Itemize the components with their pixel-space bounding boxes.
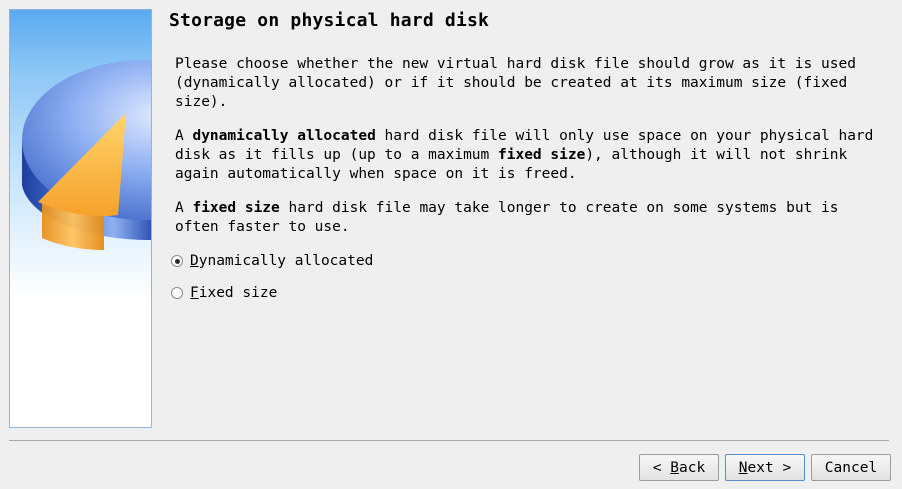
button-label: Cancel: [824, 459, 878, 476]
next-button[interactable]: Next >: [725, 454, 805, 481]
dynamic-description-paragraph: A dynamically allocated hard disk file w…: [175, 127, 875, 184]
mnemonic-letter: N: [738, 459, 748, 476]
mnemonic-letter: D: [190, 253, 199, 269]
button-prefix: <: [652, 459, 671, 476]
radio-dynamically-allocated[interactable]: Dynamically allocated: [171, 251, 373, 271]
text-segment: A: [175, 200, 193, 216]
emphasis-fixed-size: fixed size: [498, 147, 586, 163]
back-button[interactable]: < Back: [639, 454, 719, 481]
label-rest: ixed size: [198, 285, 278, 301]
mnemonic-letter: F: [190, 285, 199, 301]
radio-button-unchecked[interactable]: [171, 287, 183, 299]
intro-paragraph: Please choose whether the new virtual ha…: [175, 56, 856, 110]
button-label-rest: ack: [679, 459, 706, 476]
text-segment: A: [175, 128, 193, 144]
fixed-description-paragraph: A fixed size hard disk file may take lon…: [175, 199, 875, 237]
radio-label-dynamically-allocated: Dynamically allocated: [190, 253, 373, 269]
hard-disk-pie-icon: [22, 60, 151, 250]
emphasis-fixed-size: fixed size: [192, 200, 280, 216]
button-bar-divider: [9, 440, 889, 441]
emphasis-dynamically-allocated: dynamically allocated: [192, 128, 376, 144]
radio-button-checked[interactable]: [171, 255, 183, 267]
label-rest: ynamically allocated: [198, 253, 374, 269]
radio-label-fixed-size: Fixed size: [190, 285, 277, 301]
radio-fixed-size[interactable]: Fixed size: [171, 283, 277, 303]
cancel-button[interactable]: Cancel: [811, 454, 891, 481]
page-title: Storage on physical hard disk: [169, 10, 490, 31]
mnemonic-letter: B: [670, 459, 679, 476]
button-label-rest: ext >: [747, 459, 792, 476]
wizard-side-image: [9, 9, 152, 428]
